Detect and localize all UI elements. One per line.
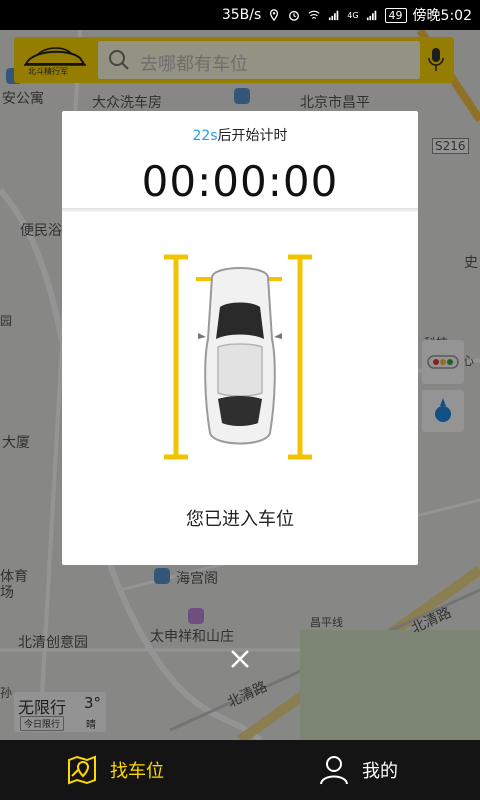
parking-status-text: 您已进入车位 [186,509,294,530]
nav-mine-label: 我的 [362,761,398,782]
wifi-icon [308,10,320,19]
countdown-label: 后开始计时 [217,128,288,144]
countdown-seconds: 22s [192,128,218,144]
nav-find-label: 找车位 [110,761,164,782]
close-icon[interactable] [226,645,254,673]
bottom-nav: 找车位 我的 [0,740,480,800]
parking-timer-dialog: 22s后开始计时 00:00:00 您已进入车位 [62,111,418,565]
nav-mine[interactable]: 我的 [318,740,398,800]
alarm-icon [289,10,300,21]
network-type: 4G [347,10,359,20]
nav-find-parking[interactable]: 找车位 [66,740,164,800]
location-icon [270,9,279,21]
network-speed: 35B/s [221,7,262,23]
divider [62,208,418,212]
signal-icon [329,10,339,21]
map-pin-icon [68,755,96,785]
user-icon [320,756,348,785]
signal-icon-2 [366,10,376,21]
clock: 傍晚5:02 [412,8,472,24]
status-bar: 35B/s 4G 49 傍晚5:02 [0,0,480,30]
countdown-line: 22s后开始计时 [62,125,418,145]
parked-car-illustration [164,254,312,460]
elapsed-timer: 00:00:00 [141,157,339,206]
battery-icon: 49 [384,7,407,23]
